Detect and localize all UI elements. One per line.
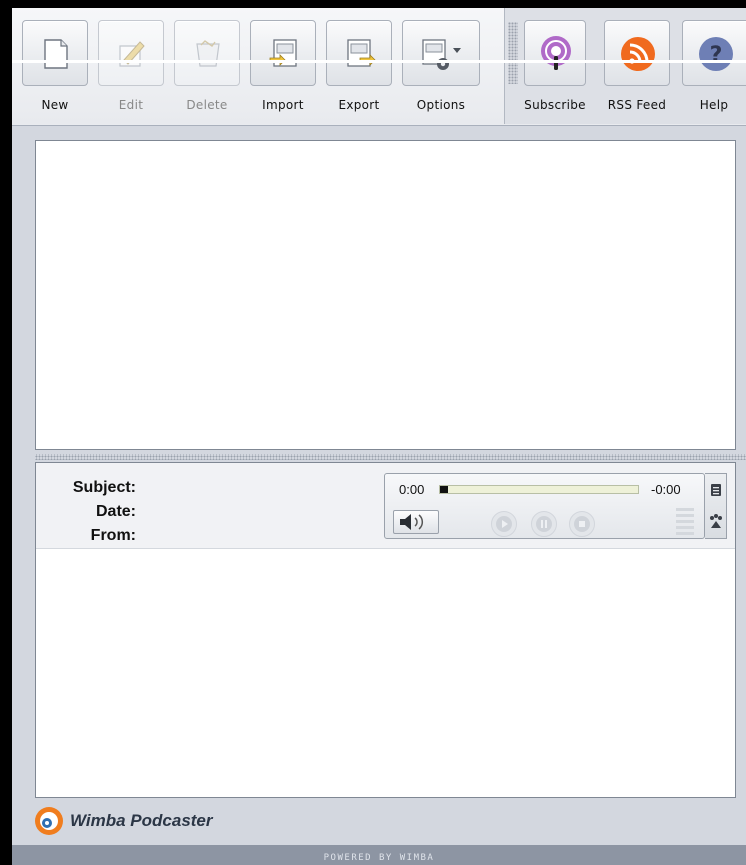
toolbar-grip-handle[interactable] (508, 22, 518, 84)
toolbar: New Edit Delete Import Export Options Su… (12, 8, 746, 126)
volume-level-icon (676, 508, 694, 535)
rss-feed-button[interactable]: RSS Feed (604, 20, 672, 120)
new-button[interactable]: New (22, 20, 90, 120)
edit-button-frame (98, 20, 164, 86)
subscribe-button-label: Subscribe (524, 98, 586, 112)
delete-button-frame (174, 20, 240, 86)
seek-bar[interactable] (439, 485, 639, 494)
delete-button[interactable]: Delete (174, 20, 242, 120)
stop-icon (574, 516, 590, 532)
stop-button[interactable] (569, 511, 595, 537)
trash-icon (196, 40, 220, 67)
help-question-icon: ? (699, 37, 733, 71)
podcast-microphone-icon (541, 36, 571, 70)
date-label: Date: (95, 503, 136, 520)
new-button-frame (22, 20, 88, 86)
options-button-label: Options (416, 98, 466, 112)
rss-feed-button-label: RSS Feed (607, 98, 667, 112)
options-button[interactable]: Options (402, 20, 480, 120)
pause-icon (536, 516, 552, 532)
toolbar-shine (12, 60, 746, 63)
paw-settings-icon[interactable] (706, 512, 726, 532)
options-button-frame (402, 20, 480, 86)
options-gear-dropdown-icon (422, 39, 461, 70)
import-icon (269, 39, 297, 67)
footer-bar: POWERED BY WIMBA (12, 845, 746, 865)
subscribe-button[interactable]: Subscribe (524, 20, 592, 120)
pause-button[interactable] (531, 511, 557, 537)
import-button[interactable]: Import (250, 20, 318, 120)
seek-bar-fill (440, 486, 448, 493)
export-icon (347, 39, 376, 67)
playlist-icon[interactable] (706, 480, 726, 500)
from-label: From: (90, 527, 136, 544)
export-button[interactable]: Export (326, 20, 394, 120)
detail-header: Subject: Date: From: 0:00 -0:00 (36, 463, 735, 549)
speaker-icon (400, 514, 424, 530)
subscribe-button-frame (524, 20, 586, 86)
play-icon (496, 516, 512, 532)
elapsed-time: 0:00 (399, 482, 425, 497)
panel-splitter[interactable] (35, 454, 746, 460)
delete-button-label: Delete (186, 98, 228, 112)
podcaster-app: New Edit Delete Import Export Options Su… (12, 8, 746, 865)
wimba-logo-icon (35, 807, 63, 835)
audio-player: 0:00 -0:00 (384, 473, 705, 539)
edit-pencil-icon (119, 41, 145, 67)
new-document-icon (44, 39, 68, 69)
remaining-time: -0:00 (651, 482, 681, 497)
message-list-panel[interactable] (35, 140, 736, 450)
footer-text: POWERED BY WIMBA (323, 853, 435, 863)
import-button-label: Import (262, 98, 304, 112)
help-button-frame: ? (682, 20, 746, 86)
message-detail-panel: Subject: Date: From: 0:00 -0:00 (35, 462, 736, 798)
new-button-label: New (41, 98, 69, 112)
export-button-label: Export (338, 98, 380, 112)
rss-feed-icon (621, 37, 655, 71)
brand-logo: Wimba Podcaster (34, 804, 334, 836)
svg-text:?: ? (710, 43, 723, 68)
import-button-frame (250, 20, 316, 86)
play-button[interactable] (491, 511, 517, 537)
player-side-strip (705, 473, 727, 539)
help-button-label: Help (699, 98, 729, 112)
volume-button[interactable] (393, 510, 439, 534)
export-button-frame (326, 20, 392, 86)
toolbar-main-group: New Edit Delete Import Export Options (12, 8, 505, 124)
help-button[interactable]: ? Help (682, 20, 746, 120)
subject-label: Subject: (72, 479, 136, 496)
rss-feed-button-frame (604, 20, 670, 86)
edit-button[interactable]: Edit (98, 20, 166, 120)
edit-button-label: Edit (118, 98, 144, 112)
brand-name: Wimba Podcaster (70, 811, 213, 830)
